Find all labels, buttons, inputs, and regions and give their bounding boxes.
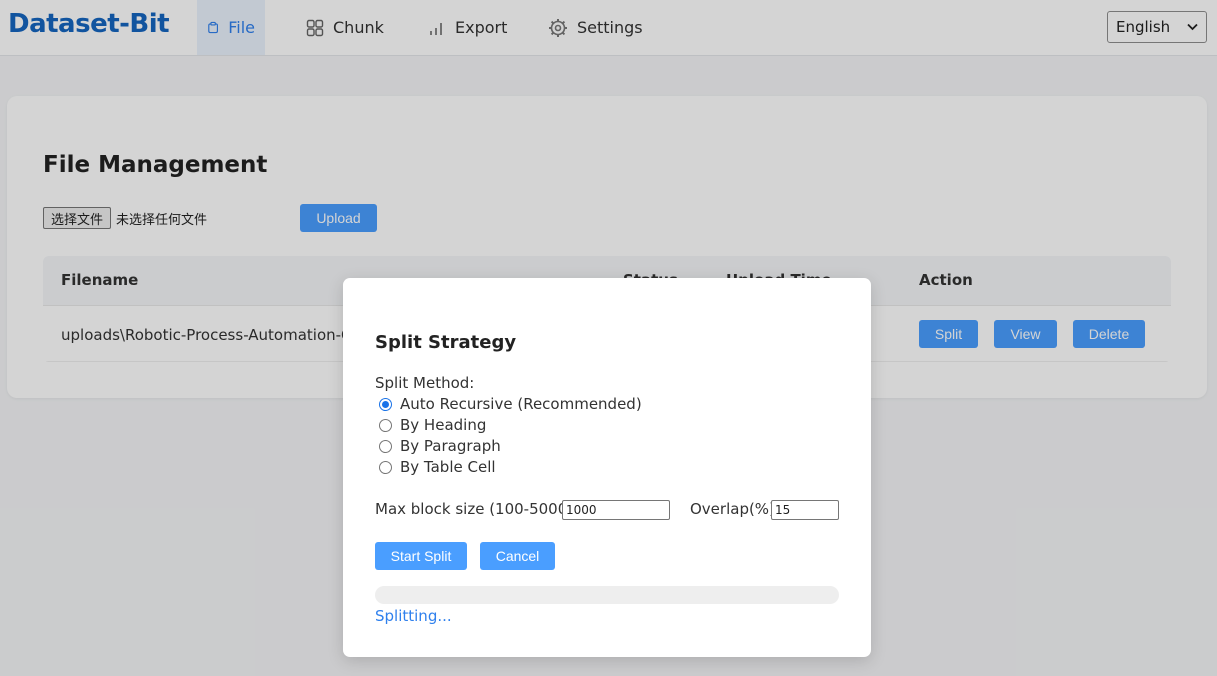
radio-button[interactable] bbox=[379, 439, 392, 453]
radio-button[interactable] bbox=[379, 460, 392, 474]
radio-by-paragraph[interactable]: By Paragraph bbox=[379, 437, 501, 455]
radio-label: By Table Cell bbox=[400, 458, 496, 476]
start-split-button[interactable]: Start Split bbox=[375, 542, 467, 570]
radio-label: Auto Recursive (Recommended) bbox=[400, 395, 642, 413]
radio-button[interactable] bbox=[379, 418, 392, 432]
max-block-size-label: Max block size (100-5000): bbox=[375, 500, 579, 518]
split-status-text: Splitting... bbox=[375, 607, 452, 625]
radio-button[interactable] bbox=[379, 397, 392, 411]
max-block-size-input[interactable]: 1000 bbox=[562, 500, 670, 520]
overlap-input[interactable]: 15 bbox=[771, 500, 839, 520]
radio-label: By Paragraph bbox=[400, 437, 501, 455]
dialog-title: Split Strategy bbox=[375, 332, 517, 353]
radio-auto-recursive[interactable]: Auto Recursive (Recommended) bbox=[379, 395, 642, 413]
radio-by-heading[interactable]: By Heading bbox=[379, 416, 486, 434]
split-strategy-dialog: Split Strategy Split Method: Auto Recurs… bbox=[343, 278, 871, 657]
radio-label: By Heading bbox=[400, 416, 487, 434]
radio-by-table-cell[interactable]: By Table Cell bbox=[379, 458, 496, 476]
split-progress-bar bbox=[375, 586, 839, 604]
cancel-button[interactable]: Cancel bbox=[480, 542, 555, 570]
split-method-label: Split Method: bbox=[375, 374, 475, 392]
overlap-label: Overlap(%): bbox=[690, 500, 780, 518]
